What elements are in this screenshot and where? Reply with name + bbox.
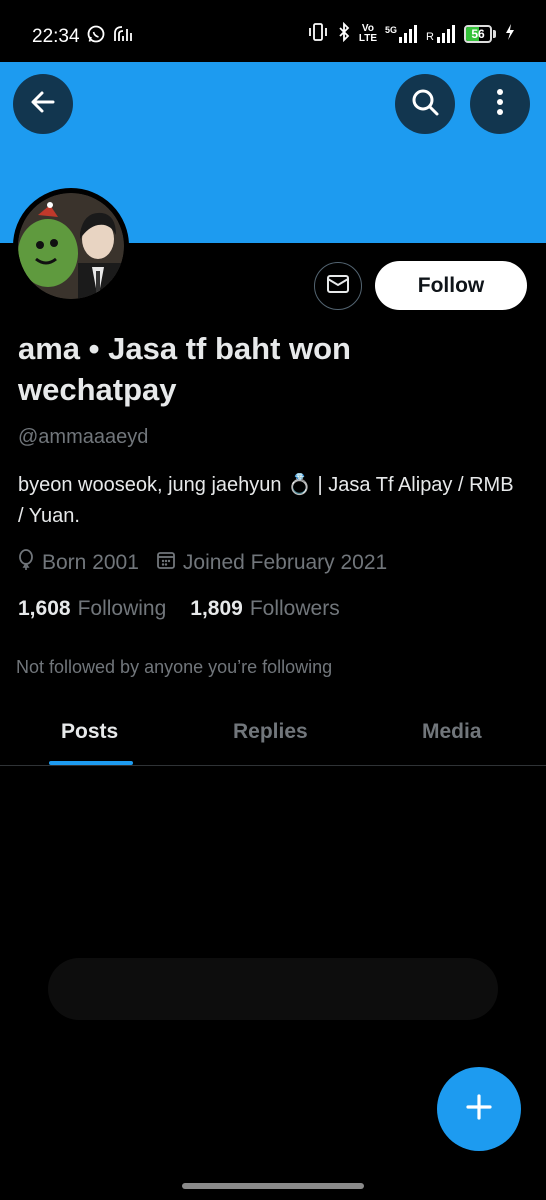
balloon-icon — [18, 549, 34, 577]
search-icon — [410, 87, 440, 122]
more-options-button[interactable] — [470, 74, 530, 134]
followers-link[interactable]: 1,809 Followers — [190, 597, 339, 621]
birthdate-text: Born 2001 — [42, 551, 139, 574]
status-left-icons — [86, 24, 134, 49]
active-tab-indicator — [49, 761, 133, 765]
compose-post-button[interactable] — [437, 1067, 521, 1151]
app-notification-icon — [112, 24, 134, 49]
profile-handle: @ammaaaeyd — [18, 426, 149, 448]
vibrate-icon — [307, 22, 329, 45]
join-date-item: Joined February 2021 — [157, 551, 387, 575]
plus-icon — [465, 1093, 493, 1126]
arrow-left-icon — [29, 88, 57, 121]
tab-posts[interactable]: Posts — [61, 720, 118, 744]
bluetooth-icon — [337, 21, 351, 45]
search-button[interactable] — [395, 74, 455, 134]
tab-replies[interactable]: Replies — [233, 720, 308, 744]
status-right-icons: Vo LTE 5G R 56 — [307, 21, 516, 45]
back-button[interactable] — [13, 74, 73, 134]
profile-bio: byeon wooseok, jung jaehyun 💍 | Jasa Tf … — [18, 474, 514, 527]
birthdate-item: Born 2001 — [18, 549, 139, 577]
status-time: 22:34 — [32, 26, 80, 47]
following-count: 1,608 — [18, 597, 71, 620]
signal-roaming-icon: R — [426, 24, 456, 43]
home-indicator[interactable] — [182, 1183, 364, 1189]
calendar-icon — [157, 551, 175, 575]
followers-count: 1,809 — [190, 597, 243, 620]
not-followed-notice: Not followed by anyone you’re following — [16, 657, 333, 677]
followers-label: Followers — [249, 597, 340, 620]
battery-icon: 56 — [464, 24, 496, 43]
mail-icon — [326, 274, 350, 299]
signal-5g-icon: 5G — [385, 24, 418, 43]
avatar[interactable] — [13, 188, 129, 304]
join-date-text: Joined February 2021 — [182, 551, 388, 574]
volte-indicator: Vo LTE — [358, 22, 378, 44]
tab-media[interactable]: Media — [422, 720, 482, 744]
status-bar: 22:34 Vo LTE 5G R 56 — [0, 0, 546, 62]
message-button[interactable] — [314, 262, 362, 310]
following-link[interactable]: 1,608 Following — [18, 597, 166, 621]
profile-tabs: Posts Replies Media — [0, 700, 546, 766]
display-name: ama • Jasa tf baht won wechatpay — [18, 331, 351, 407]
follow-counts: 1,608 Following 1,809 Followers — [18, 597, 364, 621]
charging-icon — [504, 23, 516, 44]
profile-meta: Born 2001 Joined February 2021 — [18, 549, 405, 577]
more-vertical-icon — [496, 88, 504, 121]
whatsapp-icon — [86, 24, 106, 49]
battery-level: 56 — [471, 26, 485, 41]
follow-button[interactable]: Follow — [375, 261, 527, 310]
loading-placeholder — [48, 958, 498, 1020]
following-label: Following — [77, 597, 167, 620]
